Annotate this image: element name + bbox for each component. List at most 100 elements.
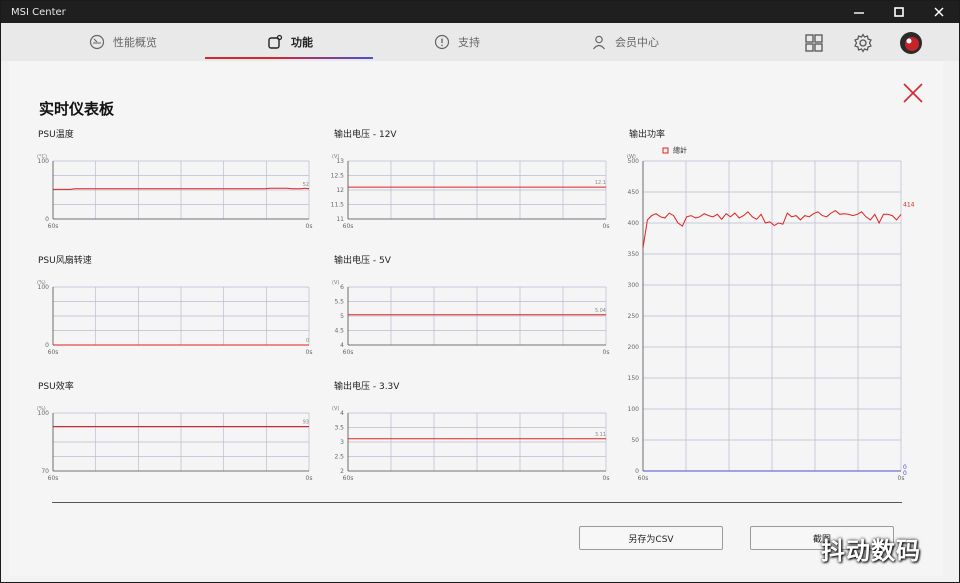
avatar-icon[interactable] [899, 31, 923, 55]
plot-area: (°C)100060s 0s52 [37, 154, 312, 230]
y-tick-label: 0 [45, 342, 49, 349]
y-tick-label: 6 [340, 284, 344, 291]
efficiency-chart: (%)1007060s 0s93 [37, 406, 312, 482]
chart-title-12v: 输出电压 - 12V [334, 130, 397, 140]
app-window: MSI Center 性能概览 功能 支持 会员中心 实时仪表板 PSU温度 输… [0, 0, 960, 583]
tab-member-center[interactable]: 会员中心 [591, 23, 659, 61]
y-tick-label: 2.5 [334, 454, 344, 461]
x-tick-label-start: 60s [343, 349, 354, 356]
top-navigation: 性能概览 功能 支持 会员中心 [1, 23, 959, 61]
tab-support[interactable]: 支持 [434, 23, 480, 61]
y-tick-label: 12.5 [331, 173, 345, 180]
y-tick-label: 11.5 [331, 202, 345, 209]
x-tick-label-start: 60s [638, 475, 649, 482]
plot-area: (%)1007060s 0s93 [37, 406, 312, 482]
axis-unit-label: (V) [332, 280, 339, 286]
plot-area: (V)4 3.5 3 2.5 260s 0s 3.11 [332, 406, 609, 482]
grid-apps-icon[interactable] [804, 33, 824, 53]
page-title: 实时仪表板 [39, 100, 115, 118]
y-tick-label: 11 [336, 216, 344, 223]
plot-area: (V)6 5.5 5 4.5 460s 0s 5.04 [332, 280, 609, 356]
gauge-icon [89, 34, 105, 50]
support-icon [434, 34, 450, 50]
tab-performance-overview[interactable]: 性能概览 [89, 23, 157, 61]
y-tick-label: 13 [336, 158, 344, 165]
tab-label: 支持 [458, 36, 480, 49]
y-tick-label: 400 [628, 220, 640, 227]
fan-speed-chart: (%)100060s 0s0 [37, 280, 312, 356]
chart-title-output-power: 输出功率 [629, 130, 666, 140]
y-tick-label: 350 [628, 251, 640, 258]
current-value-label: 52 [303, 182, 309, 188]
x-tick-label-start: 60s [48, 349, 59, 356]
y-tick-label: 100 [38, 158, 50, 165]
y-tick-label: 0 [635, 468, 639, 475]
legend-label: 總計 [673, 146, 687, 155]
window-controls [839, 1, 959, 23]
voltage-5v-chart: (V)6 5.5 5 4.5 460s 0s 5.04 [332, 280, 609, 356]
tab-label: 性能概览 [113, 36, 157, 49]
maximize-button[interactable] [879, 1, 919, 23]
close-icon [934, 7, 944, 17]
y-tick-label: 5 [340, 313, 344, 320]
y-tick-label: 50 [631, 437, 639, 444]
maximize-icon [894, 7, 904, 17]
minimize-icon [854, 12, 864, 14]
realtime-dashboard-panel: 实时仪表板 PSU温度 输出电压 - 12V PSU风扇转速 输出电压 - 5V… [9, 61, 943, 576]
active-tab-indicator [205, 57, 373, 59]
x-tick-label-start: 60s [343, 223, 354, 230]
y-tick-label: 500 [628, 158, 640, 165]
chart-title-5v: 输出电压 - 5V [334, 256, 391, 266]
y-tick-label: 300 [628, 282, 640, 289]
section-divider [52, 502, 902, 503]
current-value-label: 5.04 [595, 308, 606, 314]
tab-label: 会员中心 [615, 36, 659, 49]
x-tick-label-end: 0s [306, 475, 313, 482]
save-csv-button[interactable]: 另存为CSV [579, 526, 723, 550]
features-icon [268, 34, 283, 49]
y-tick-label: 3 [340, 439, 344, 446]
plot-area: (W)50045040035030025020015010050060s 0s41… [627, 146, 915, 483]
x-tick-label-end: 0s [603, 223, 610, 230]
tab-label: 功能 [291, 36, 313, 49]
current-value-label: 3.11 [595, 432, 606, 438]
axis-unit-label: (V) [332, 406, 339, 412]
close-window-button[interactable] [919, 1, 959, 23]
y-tick-label: 70 [41, 468, 49, 475]
minimize-button[interactable] [839, 1, 879, 23]
x-tick-label-start: 60s [48, 475, 59, 482]
y-tick-label: 3.5 [334, 425, 344, 432]
watermark-text: 抖动数码 [821, 537, 921, 565]
x-tick-label-end: 0s [306, 223, 313, 230]
settings-gear-icon[interactable] [853, 33, 873, 53]
y-tick-label: 4.5 [334, 328, 344, 335]
chart-title-psu-temp: PSU温度 [38, 130, 74, 140]
window-title: MSI Center [11, 6, 66, 18]
close-panel-icon[interactable] [903, 83, 923, 103]
title-bar: MSI Center [1, 1, 959, 23]
chart-title-3v3: 输出电压 - 3.3V [334, 382, 400, 392]
plot-area: (V)1312.51211.51160s 0s12.1 [331, 154, 610, 230]
y-tick-label: 0 [45, 216, 49, 223]
current-value-label: 93 [303, 420, 309, 426]
x-tick-label-start: 60s [48, 223, 59, 230]
current-value-label: 0 [306, 338, 309, 344]
x-tick-label-start: 60s [343, 475, 354, 482]
output-power-chart: (W)50045040035030025020015010050060s 0s41… [627, 146, 915, 483]
psu-temp-chart: (°C)100060s 0s52 [37, 154, 312, 230]
x-tick-label-end: 0s [306, 349, 313, 356]
y-tick-label: 4 [340, 410, 344, 417]
legend-swatch [662, 147, 669, 154]
current-value-label: 414 [903, 201, 915, 208]
voltage-3v3-chart: (V)4 3.5 3 2.5 260s 0s 3.11 [332, 406, 609, 482]
y-tick-label: 100 [38, 284, 50, 291]
tab-features[interactable]: 功能 [267, 23, 313, 61]
x-tick-label-end: 0s [603, 349, 610, 356]
y-tick-label: 12 [336, 187, 344, 194]
y-tick-label: 450 [628, 189, 640, 196]
plot-area: (%)100060s 0s0 [37, 280, 312, 356]
y-tick-label: 100 [38, 410, 50, 417]
y-tick-label: 4 [340, 342, 344, 349]
x-tick-label-end: 0s [603, 475, 610, 482]
y-tick-label: 5.5 [334, 299, 344, 306]
